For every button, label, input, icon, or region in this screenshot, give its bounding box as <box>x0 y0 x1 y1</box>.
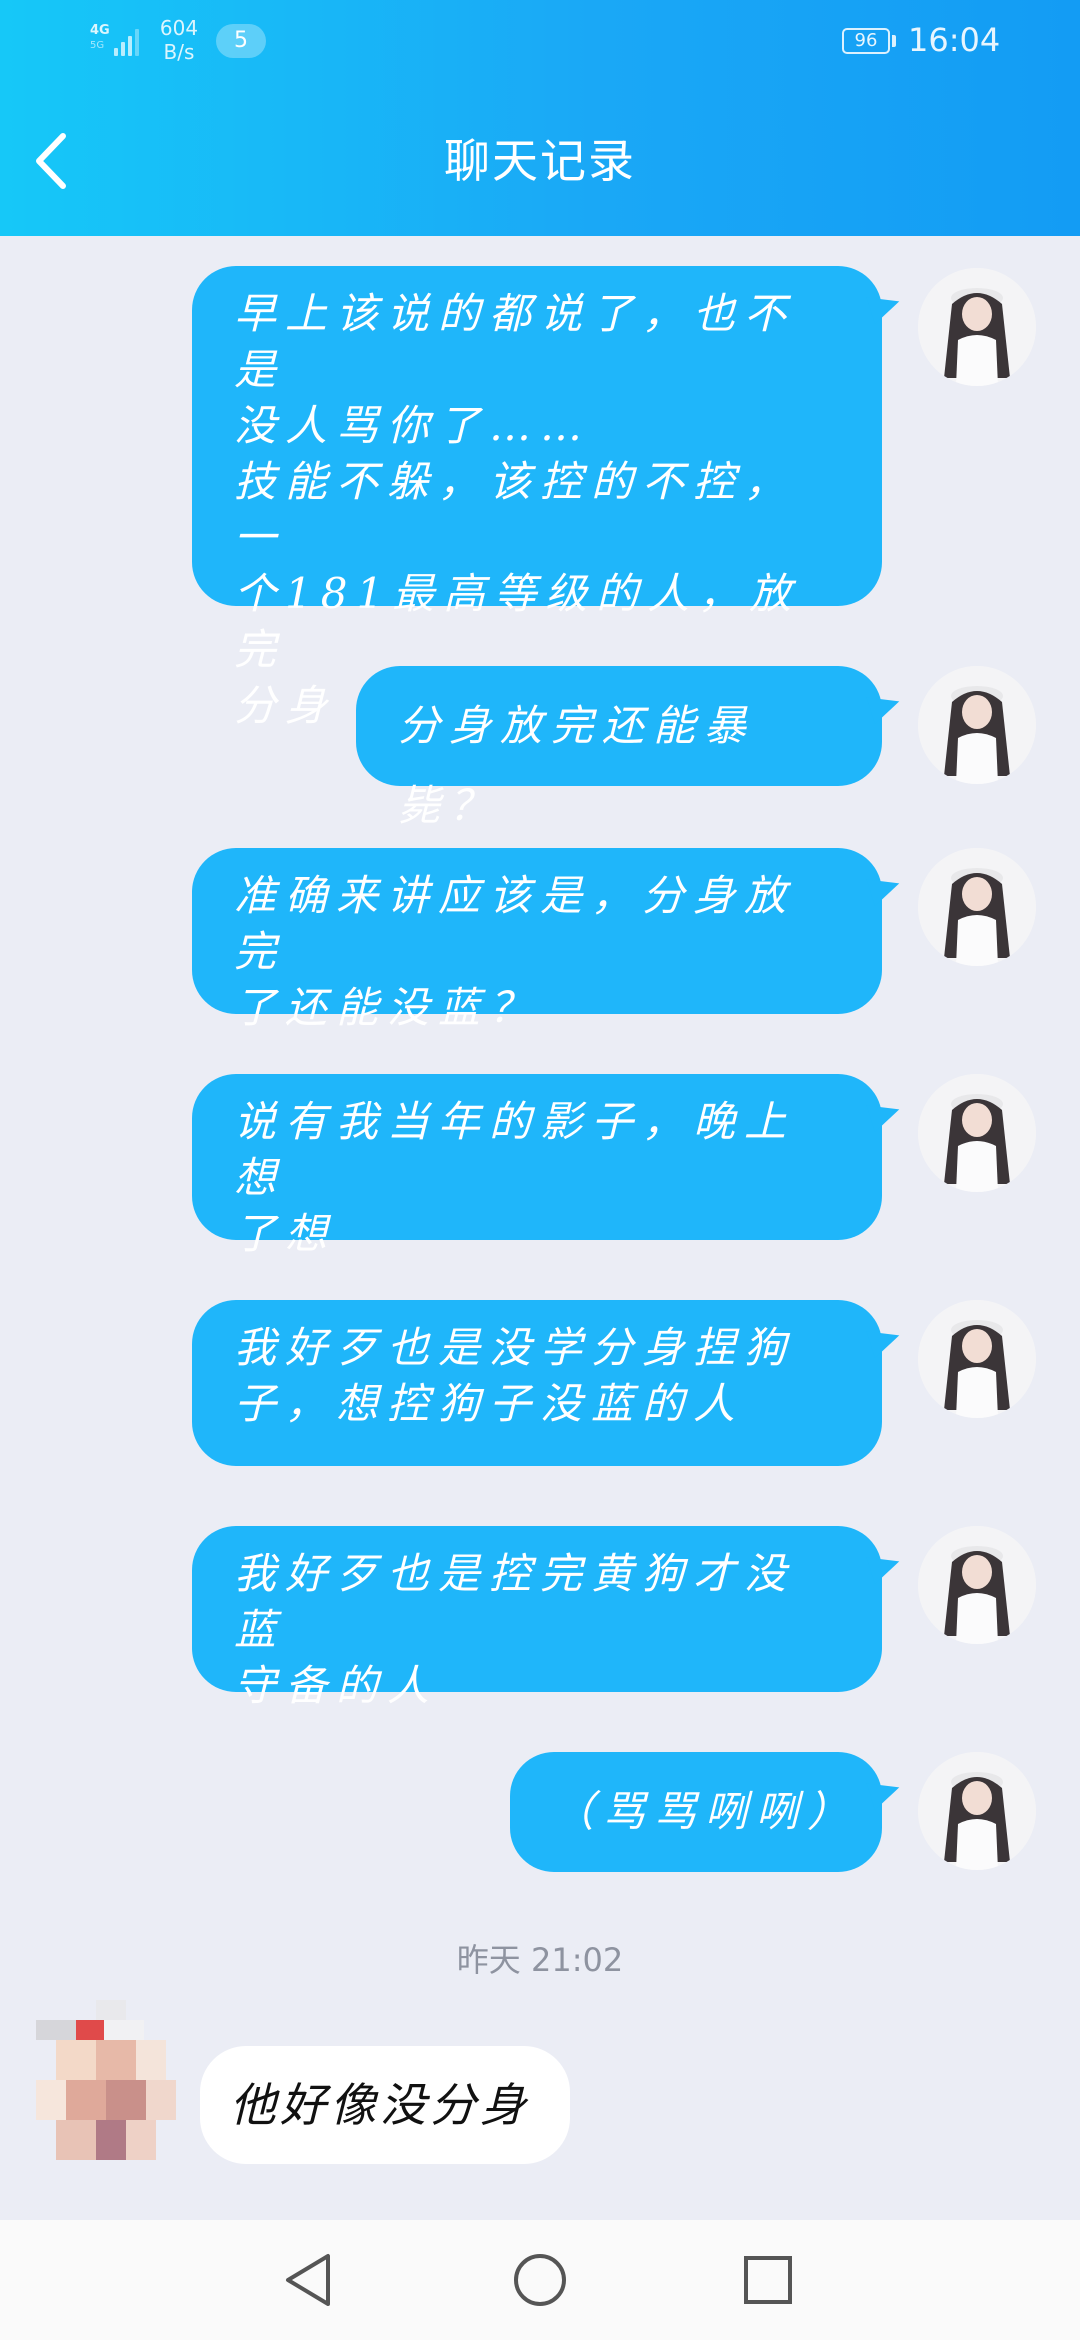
pixelated-avatar-icon <box>36 2000 176 2160</box>
message-line: 早上该说的都说了，也不是 <box>234 289 796 394</box>
battery-icon: 96 <box>842 28 890 54</box>
avatar[interactable] <box>918 1074 1036 1192</box>
message-line: 了还能没蓝？ <box>234 983 541 1032</box>
message-bubble[interactable]: 早上该说的都说了，也不是 没人骂你了…… 技能不躲，该控的不控，一 个181最高… <box>192 266 904 730</box>
avatar[interactable] <box>918 1752 1036 1870</box>
message-line: 守备的人 <box>234 1661 439 1710</box>
anime-girl-avatar-icon <box>918 666 1036 784</box>
anime-girl-avatar-icon <box>918 1074 1036 1192</box>
network-speed: 604 B/s <box>156 16 202 64</box>
notification-badge: 5 <box>216 24 266 58</box>
avatar[interactable] <box>918 268 1036 386</box>
message-line: 分身放完还能暴毙？ <box>398 701 756 830</box>
bubble-tail <box>866 1774 904 1810</box>
message-bubble[interactable]: （骂骂咧咧） <box>510 1752 904 1872</box>
anime-girl-avatar-icon <box>918 848 1036 966</box>
avatar[interactable] <box>36 2000 182 2170</box>
message-timestamp: 昨天 21:02 <box>456 1941 624 1979</box>
nav-back-button[interactable] <box>274 2246 342 2314</box>
nav-home-button[interactable] <box>506 2246 574 2314</box>
bubble-tail <box>866 870 904 906</box>
nav-recents-button[interactable] <box>734 2246 802 2314</box>
message-bubble[interactable]: 我好歹也是控完黄狗才没蓝 守备的人 <box>192 1526 904 1710</box>
avatar[interactable] <box>918 848 1036 966</box>
signal-indicator: 4G 5G <box>90 22 144 58</box>
message-line: 我好歹也是控完黄狗才没蓝 <box>234 1549 796 1654</box>
message-bubble[interactable]: 说有我当年的影子，晚上想 了想 <box>192 1074 904 1258</box>
anime-girl-avatar-icon <box>918 268 1036 386</box>
system-navigation-bar <box>0 2220 1080 2340</box>
anime-girl-avatar-icon <box>918 1752 1036 1870</box>
circle-home-icon <box>514 2254 566 2306</box>
status-time: 16:04 <box>908 21 1001 59</box>
message-line: 子，想控狗子没蓝的人 <box>234 1379 745 1428</box>
status-bar: 4G 5G 604 B/s 5 96 16:04 <box>0 0 1080 84</box>
message-line: 技能不躲，该控的不控，一 <box>234 457 796 562</box>
avatar[interactable] <box>918 1526 1036 1644</box>
bubble-tail <box>866 1548 904 1584</box>
square-recents-icon <box>744 2256 792 2304</box>
network-type: 4G <box>90 23 110 38</box>
message-line: 我好歹也是没学分身捏狗 <box>234 1323 796 1372</box>
network-speed-value: 604 <box>159 16 199 40</box>
page-title: 聊天记录 <box>444 134 636 188</box>
message-bubble[interactable]: 分身放完还能暴毙？ <box>356 666 904 830</box>
battery-tip <box>892 35 896 47</box>
message-line: （骂骂咧咧） <box>552 1787 859 1836</box>
message-line: 了想 <box>234 1209 337 1258</box>
bubble-tail <box>866 1096 904 1132</box>
incoming-message-bubble[interactable]: 他好像没分身 <box>200 2046 570 2164</box>
message-line: 没人骂你了…… <box>234 401 592 450</box>
avatar[interactable] <box>918 666 1036 784</box>
message-bubble[interactable]: 我好歹也是没学分身捏狗 子，想控狗子没蓝的人 <box>192 1300 904 1466</box>
message-line: 准确来讲应该是，分身放完 <box>234 871 796 976</box>
avatar[interactable] <box>918 1300 1036 1418</box>
network-speed-unit: B/s <box>163 40 195 64</box>
message-line: 说有我当年的影子，晚上想 <box>234 1097 796 1202</box>
anime-girl-avatar-icon <box>918 1300 1036 1418</box>
signal-bars-icon <box>114 22 144 56</box>
app-header: 4G 5G 604 B/s 5 96 16:04 聊天记录 <box>0 0 1080 236</box>
bubble-tail <box>866 688 904 724</box>
message-line: 个181最高等级的人，放完 <box>234 569 801 674</box>
message-bubble[interactable]: 准确来讲应该是，分身放完 了还能没蓝？ <box>192 848 904 1032</box>
triangle-back-icon <box>286 2254 330 2306</box>
network-sub-type: 5G <box>90 40 105 51</box>
anime-girl-avatar-icon <box>918 1526 1036 1644</box>
bubble-tail <box>866 288 904 324</box>
bubble-tail <box>866 1322 904 1358</box>
